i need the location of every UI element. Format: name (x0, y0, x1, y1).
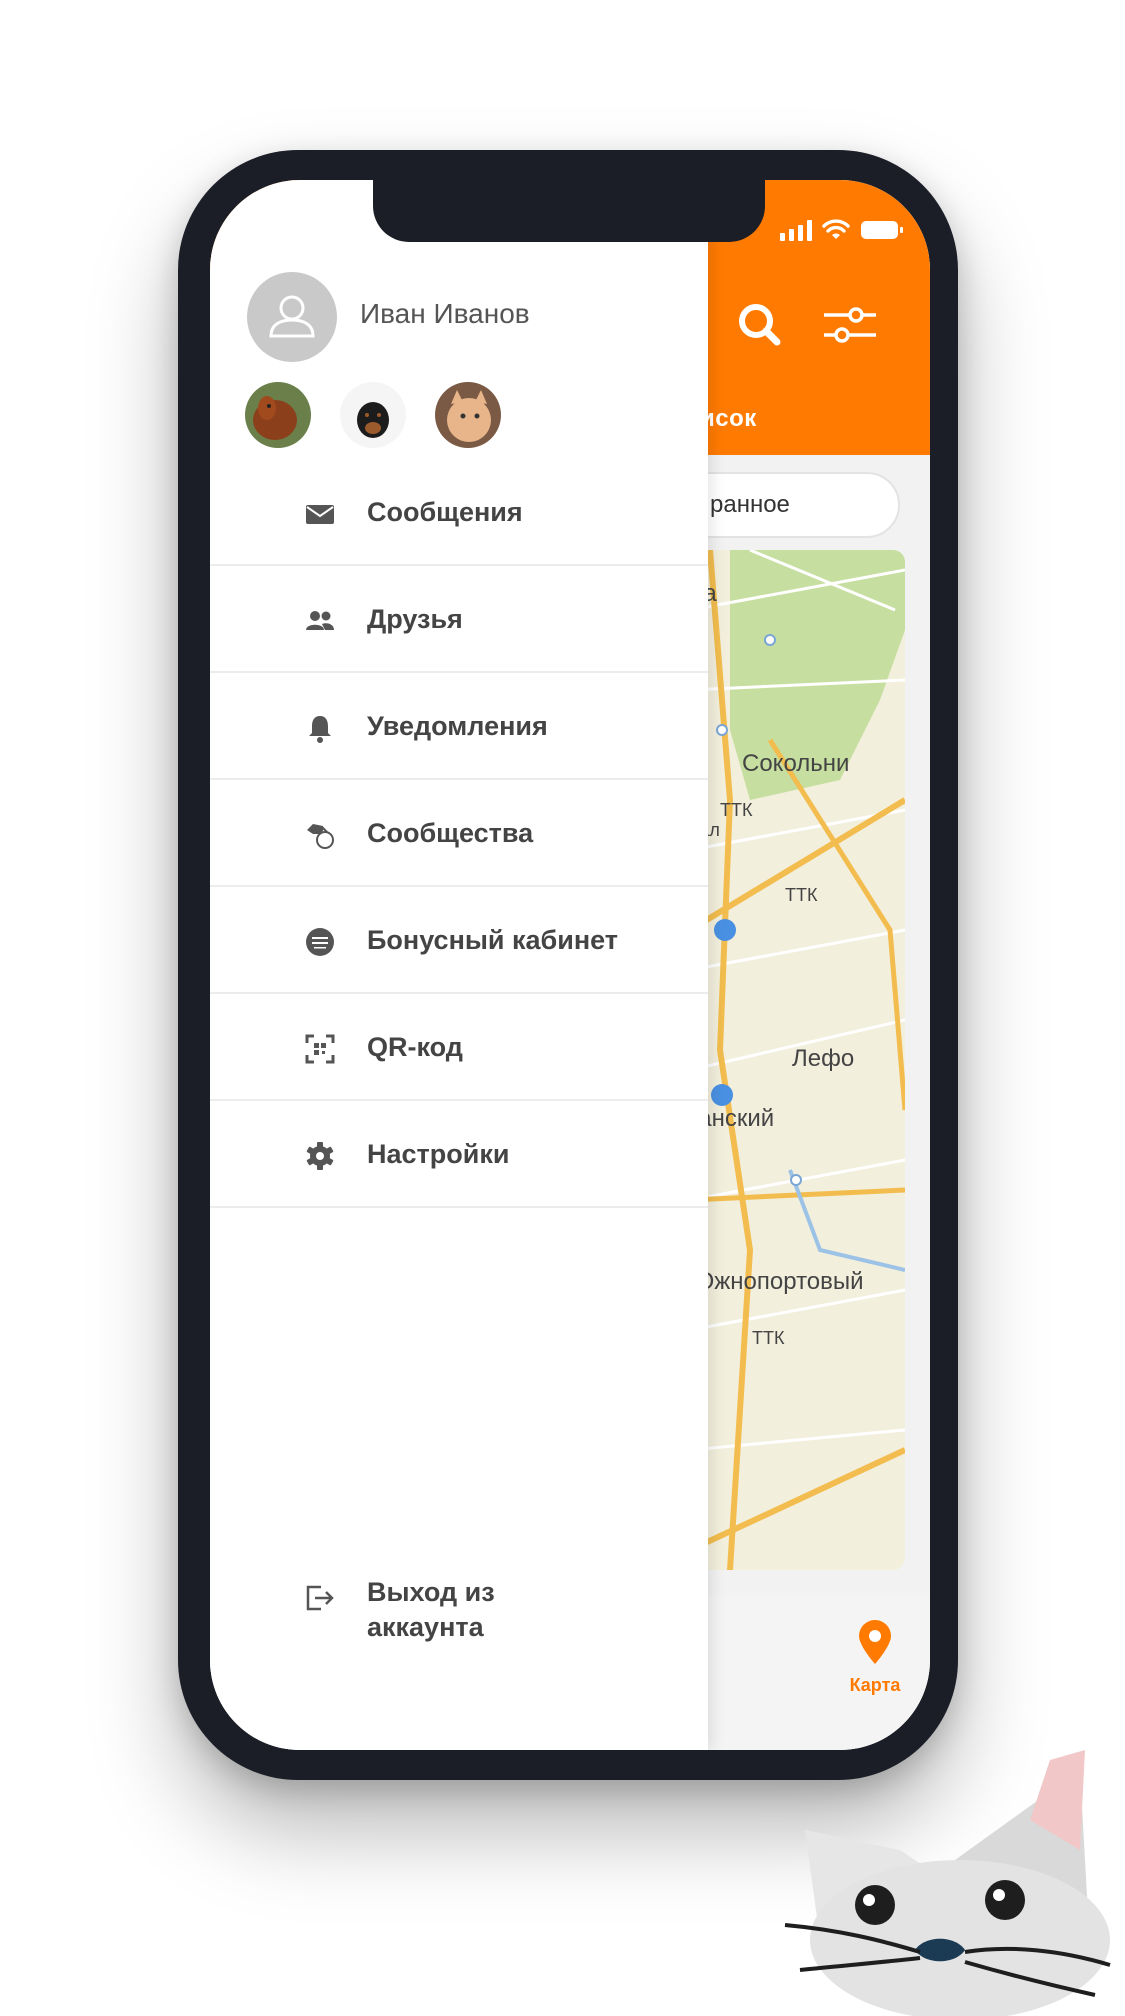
menu-item-label: Настройки (367, 1139, 510, 1169)
menu-item-label: Сообщения (367, 497, 523, 527)
menu-item-notifications[interactable]: Уведомления (210, 673, 708, 780)
envelope-icon (305, 499, 335, 529)
pet-avatar-rottweiler[interactable] (340, 382, 406, 448)
status-bar (780, 210, 904, 250)
user-avatar[interactable] (247, 272, 337, 362)
menu-item-qr[interactable]: QR-код (210, 994, 708, 1101)
menu-item-messages[interactable]: Сообщения (210, 459, 708, 566)
map-label: Южнопортовый (690, 1268, 864, 1295)
signal-icon (780, 219, 812, 241)
pet-avatar-cat[interactable] (435, 382, 501, 448)
menu-item-label: Сообщества (367, 818, 534, 848)
map-label: ТТК (752, 1328, 785, 1348)
map-label: ТТК (720, 800, 753, 820)
gear-icon (305, 1141, 335, 1171)
bell-icon (305, 713, 335, 743)
user-name[interactable]: Иван Иванов (360, 298, 530, 330)
location-pin-icon (859, 1620, 891, 1664)
menu-item-bonus[interactable]: Бонусный кабинет (210, 887, 708, 994)
side-drawer: Иван Иванов Сообщения Друзья Уведомления… (210, 180, 708, 1750)
user-icon (269, 295, 315, 338)
drawer-menu: Сообщения Друзья Уведомления Сообщества (210, 459, 708, 1208)
menu-item-friends[interactable]: Друзья (210, 566, 708, 673)
map-label: ТТК (785, 885, 818, 905)
cat-mascot-illustration (780, 1740, 1125, 2016)
qr-code-icon (305, 1034, 335, 1064)
menu-item-label: Бонусный кабинет (367, 925, 619, 955)
map-label: Лефо (792, 1045, 855, 1072)
battery-icon (860, 219, 904, 241)
pets-community-icon (305, 820, 335, 850)
sliders-icon[interactable] (820, 295, 880, 355)
phone-screen: исок ранное ра Сокольни ТТК в (210, 180, 930, 1750)
menu-item-communities[interactable]: Сообщества (210, 780, 708, 887)
phone-notch (373, 180, 765, 242)
wifi-icon (822, 219, 850, 241)
menu-item-label: QR-код (367, 1032, 463, 1062)
pet-avatar-dachshund[interactable] (245, 382, 311, 448)
menu-item-label: Уведомления (367, 711, 548, 741)
search-icon[interactable] (730, 295, 790, 355)
logout-icon (305, 1583, 335, 1613)
menu-item-settings[interactable]: Настройки (210, 1101, 708, 1208)
menu-item-label: Друзья (367, 604, 463, 634)
logout-label: Выход из аккаунта (367, 1577, 495, 1642)
map-label: Сокольни (742, 750, 850, 777)
people-icon (305, 606, 335, 636)
tab-list-label[interactable]: исок (700, 405, 757, 433)
nav-tab-map-label: Карта (849, 1675, 901, 1695)
nav-tab-map[interactable]: Карта (835, 1620, 915, 1696)
bonus-coin-icon (305, 927, 335, 957)
map-view[interactable]: ра Сокольни ТТК вал ТТК Лефо ганский л Ю… (690, 550, 905, 1570)
logout-button[interactable]: Выход из аккаунта (210, 1575, 708, 1665)
